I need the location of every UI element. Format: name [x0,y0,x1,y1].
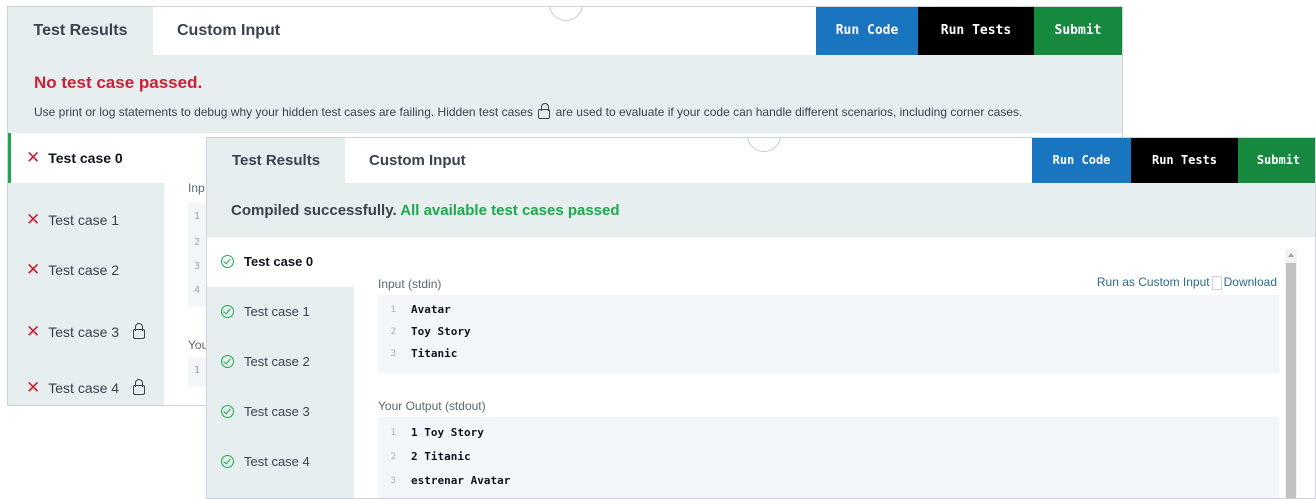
lock-icon [538,102,551,119]
status-desc-before: Use print or log statements to debug why… [34,105,533,119]
input-code-box: 1 Avatar 2 Toy Story 3 Titanic [378,295,1279,373]
line-text: Titanic [411,347,458,360]
x-icon: ✕ [26,322,41,341]
front-test-case-2[interactable]: Test case 2 [207,337,354,387]
front-test-case-1[interactable]: Test case 1 [207,287,354,337]
tab-test-results[interactable]: Test Results [8,7,153,55]
scrollbar-thumb[interactable] [1286,263,1296,498]
line-number: 1 [194,211,201,222]
lock-icon [132,323,145,340]
front-test-case-4[interactable]: Test case 4 [207,437,354,487]
submit-button[interactable]: Submit [1238,138,1315,183]
line-number: 3 [390,476,396,486]
x-icon: ✕ [26,148,41,167]
tab-test-results[interactable]: Test Results [207,138,345,183]
run-code-button[interactable]: Run Code [1032,138,1131,183]
lock-icon [132,379,145,396]
status-description: Use print or log statements to debug why… [34,102,1023,119]
line-number: 1 [194,365,201,376]
back-test-case-2[interactable]: ✕ Test case 2 [8,245,164,295]
line-text: 1 Toy Story [411,426,484,439]
code-line: 1 Avatar [378,299,1279,321]
line-number: 1 [390,428,396,438]
code-line: 2 Toy Story [378,321,1279,343]
back-test-case-list: ✕ Test case 0 ✕ Test case 1 ✕ Test case 2 ✕… [8,133,164,405]
run-tests-button[interactable]: Run Tests [918,7,1034,55]
line-number: 3 [194,261,201,272]
line-number: 4 [194,285,201,296]
back-status-area: No test case passed. Use print or log st… [8,55,1122,133]
compile-status: Compiled successfully. All available tes… [231,202,620,219]
divider [1211,275,1222,290]
test-case-label: Test case 2 [48,262,120,278]
run-tests-button[interactable]: Run Tests [1131,138,1238,183]
line-number: 3 [390,349,396,359]
status-title: No test case passed. [34,73,203,92]
x-icon: ✕ [26,260,41,279]
code-line: 3 Titanic [378,343,1279,365]
back-test-case-3[interactable]: ✕ Test case 3 [8,307,164,357]
output-label: Your Output (stdout) [378,399,486,413]
code-line: 3 estrenar Avatar [378,470,1279,492]
check-circle-icon [221,305,234,319]
test-case-label: Test case 3 [244,404,310,419]
line-text: Toy Story [411,325,471,338]
line-text: Avatar [411,303,451,316]
run-code-button[interactable]: Run Code [816,7,918,55]
check-circle-icon [221,405,234,419]
check-circle-icon [221,255,234,269]
line-number: 2 [390,327,396,337]
line-number: 2 [194,237,201,248]
compile-status-prefix: Compiled successfully. [231,202,397,219]
line-text: 2 Titanic [411,450,471,463]
back-tab-bar: Test Results Custom Input Run Code Run T… [8,7,1122,55]
front-test-case-0[interactable]: Test case 0 [207,237,354,287]
check-circle-icon [221,355,234,369]
x-icon: ✕ [26,210,41,229]
line-number: 1 [390,305,396,315]
test-case-label: Test case 2 [244,354,310,369]
pass-status: All available test cases passed [400,202,620,219]
front-status-area: Compiled successfully. All available tes… [207,183,1315,237]
download-link[interactable]: Download [1224,275,1277,289]
submit-button[interactable]: Submit [1034,7,1122,55]
vertical-scrollbar[interactable] [1285,249,1297,498]
test-case-label: Test case 1 [48,212,120,228]
code-line: 2 2 Titanic [378,446,1279,468]
front-tab-bar: Test Results Custom Input Run Code Run T… [207,138,1315,183]
front-detail-area: Input (stdin) Run as Custom Input Downloa… [354,237,1315,498]
tab-custom-input[interactable]: Custom Input [345,138,1032,183]
test-case-label: Test case 4 [48,380,120,396]
front-test-case-list: Test case 0 Test case 1 Test case 2 Test… [207,237,354,498]
test-case-label: Test case 1 [244,304,310,319]
test-case-label: Test case 0 [48,150,123,166]
front-test-case-3[interactable]: Test case 3 [207,387,354,437]
back-test-case-1[interactable]: ✕ Test case 1 [8,195,164,245]
io-links: Run as Custom Input Download [1097,275,1277,290]
status-desc-after: are used to evaluate if your code can ha… [555,105,1023,119]
line-text: estrenar Avatar [411,474,511,487]
run-as-custom-input-link[interactable]: Run as Custom Input [1097,275,1210,289]
back-test-case-0[interactable]: ✕ Test case 0 [8,133,164,183]
test-case-label: Test case 3 [48,324,120,340]
input-label-fragment: Inp [188,181,205,195]
tab-custom-input[interactable]: Custom Input [153,7,816,55]
check-circle-icon [221,455,234,469]
test-case-label: Test case 0 [244,254,314,269]
back-test-case-4[interactable]: ✕ Test case 4 [8,363,164,405]
test-case-label: Test case 4 [244,454,310,469]
input-label: Input (stdin) [378,277,442,291]
line-number: 2 [390,452,396,462]
front-results-panel: Test Results Custom Input Run Code Run T… [206,137,1316,499]
code-line: 1 1 Toy Story [378,422,1279,444]
output-code-box: 1 1 Toy Story 2 2 Titanic 3 estrenar Ava… [378,417,1279,498]
x-icon: ✕ [26,378,41,397]
scroll-up-arrow-icon[interactable] [1288,253,1294,257]
